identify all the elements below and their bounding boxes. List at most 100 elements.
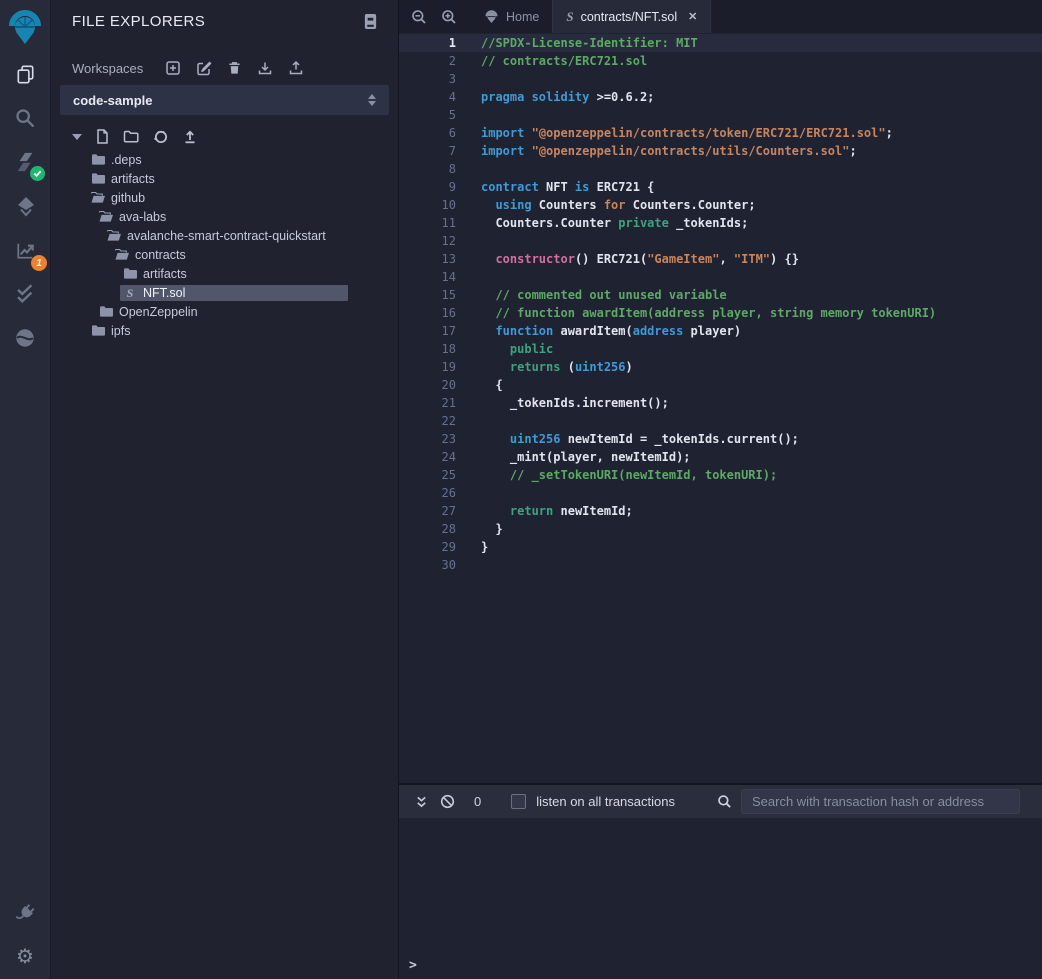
line-number[interactable]: 12 [399,232,456,250]
tree-item[interactable]: artifacts [51,264,398,283]
code-line[interactable]: 21 _tokenIds.increment(); [399,394,1042,412]
tab-home[interactable]: Home [471,0,552,33]
line-number[interactable]: 8 [399,160,456,178]
delete-workspace-icon[interactable] [227,60,242,76]
line-number[interactable]: 20 [399,376,456,394]
code-line[interactable]: 10 using Counters for Counters.Counter; [399,196,1042,214]
code-line[interactable]: 23 uint256 newItemId = _tokenIds.current… [399,430,1042,448]
tree-item[interactable]: SNFT.sol [51,283,398,302]
zoom-in-icon[interactable] [441,9,457,25]
sourcify-icon[interactable] [0,316,50,360]
file-explorer-icon[interactable] [0,52,50,96]
tree-item[interactable]: .deps [51,150,398,169]
download-workspaces-icon[interactable] [257,60,273,76]
transaction-search-input[interactable] [741,789,1020,814]
line-number[interactable]: 17 [399,322,456,340]
tree-item[interactable]: ipfs [51,321,398,340]
settings-icon[interactable]: ⚙ [0,935,50,979]
code-line[interactable]: 18 public [399,340,1042,358]
line-number[interactable]: 27 [399,502,456,520]
code-line[interactable]: 2// contracts/ERC721.sol [399,52,1042,70]
code-line[interactable]: 24 _mint(player, newItemId); [399,448,1042,466]
remix-logo-icon[interactable] [0,0,50,52]
rename-workspace-icon[interactable] [196,60,212,76]
code-line[interactable]: 1//SPDX-License-Identifier: MIT [399,34,1042,52]
terminal-output[interactable]: > [399,818,1042,979]
line-number[interactable]: 19 [399,358,456,376]
code-line[interactable]: 13 constructor() ERC721("GameItem", "ITM… [399,250,1042,268]
line-number[interactable]: 10 [399,196,456,214]
line-number[interactable]: 25 [399,466,456,484]
line-number[interactable]: 26 [399,484,456,502]
listen-checkbox[interactable] [511,794,526,809]
code-line[interactable]: 3 [399,70,1042,88]
search-icon[interactable] [0,96,50,140]
code-line[interactable]: 25 // _setTokenURI(newItemId, tokenURI); [399,466,1042,484]
code-line[interactable]: 26 [399,484,1042,502]
deploy-and-run-icon[interactable] [0,184,50,228]
line-number[interactable]: 7 [399,142,456,160]
tree-item[interactable]: OpenZeppelin [51,302,398,321]
code-line[interactable]: 16 // function awardItem(address player,… [399,304,1042,322]
tree-item[interactable]: github [51,188,398,207]
code-line[interactable]: 9contract NFT is ERC721 { [399,178,1042,196]
line-number[interactable]: 15 [399,286,456,304]
code-line[interactable]: 5 [399,106,1042,124]
line-number[interactable]: 21 [399,394,456,412]
solidity-compiler-icon[interactable] [0,140,50,184]
unit-testing-icon[interactable] [0,272,50,316]
new-file-icon[interactable] [96,129,109,144]
code-line[interactable]: 14 [399,268,1042,286]
code-line[interactable]: 4pragma solidity >=0.6.2; [399,88,1042,106]
code-line[interactable]: 19 returns (uint256) [399,358,1042,376]
line-number[interactable]: 30 [399,556,456,574]
line-number[interactable]: 23 [399,430,456,448]
code-line[interactable]: 22 [399,412,1042,430]
code-line[interactable]: 15 // commented out unused variable [399,286,1042,304]
line-number[interactable]: 3 [399,70,456,88]
code-editor[interactable]: 1//SPDX-License-Identifier: MIT2// contr… [399,33,1042,783]
code-line[interactable]: 6import "@openzeppelin/contracts/token/E… [399,124,1042,142]
line-number[interactable]: 2 [399,52,456,70]
new-folder-icon[interactable] [123,130,139,143]
code-line[interactable]: 28 } [399,520,1042,538]
upload-file-icon[interactable] [183,130,197,144]
publish-to-gist-icon[interactable] [153,129,169,144]
line-number[interactable]: 1 [399,34,456,52]
plugin-manager-icon[interactable] [0,891,50,935]
create-workspace-icon[interactable] [165,60,181,76]
tree-item[interactable]: ava-labs [51,207,398,226]
tree-item[interactable]: contracts [51,245,398,264]
collapse-caret-icon[interactable] [72,134,82,140]
line-number[interactable]: 5 [399,106,456,124]
code-line[interactable]: 11 Counters.Counter private _tokenIds; [399,214,1042,232]
clear-console-icon[interactable] [440,794,455,809]
workspace-select[interactable]: code-sample [60,85,389,115]
line-number[interactable]: 24 [399,448,456,466]
tree-item[interactable]: avalanche-smart-contract-quickstart [51,226,398,245]
line-number[interactable]: 18 [399,340,456,358]
line-number[interactable]: 13 [399,250,456,268]
zoom-out-icon[interactable] [411,9,427,25]
line-number[interactable]: 6 [399,124,456,142]
code-line[interactable]: 29} [399,538,1042,556]
code-line[interactable]: 8 [399,160,1042,178]
expand-chevrons-icon[interactable] [415,795,428,809]
line-number[interactable]: 14 [399,268,456,286]
code-line[interactable]: 20 { [399,376,1042,394]
line-number[interactable]: 28 [399,520,456,538]
code-line[interactable]: 12 [399,232,1042,250]
code-line[interactable]: 7import "@openzeppelin/contracts/utils/C… [399,142,1042,160]
tree-item[interactable]: artifacts [51,169,398,188]
line-number[interactable]: 9 [399,178,456,196]
code-line[interactable]: 27 return newItemId; [399,502,1042,520]
tab-contracts-nft-sol[interactable]: S contracts/NFT.sol ✕ [552,0,711,33]
journal-icon[interactable] [363,13,378,30]
line-number[interactable]: 16 [399,304,456,322]
close-icon[interactable]: ✕ [688,10,697,23]
analytics-icon[interactable]: 1 [0,228,50,272]
line-number[interactable]: 29 [399,538,456,556]
code-line[interactable]: 30 [399,556,1042,574]
line-number[interactable]: 22 [399,412,456,430]
line-number[interactable]: 4 [399,88,456,106]
